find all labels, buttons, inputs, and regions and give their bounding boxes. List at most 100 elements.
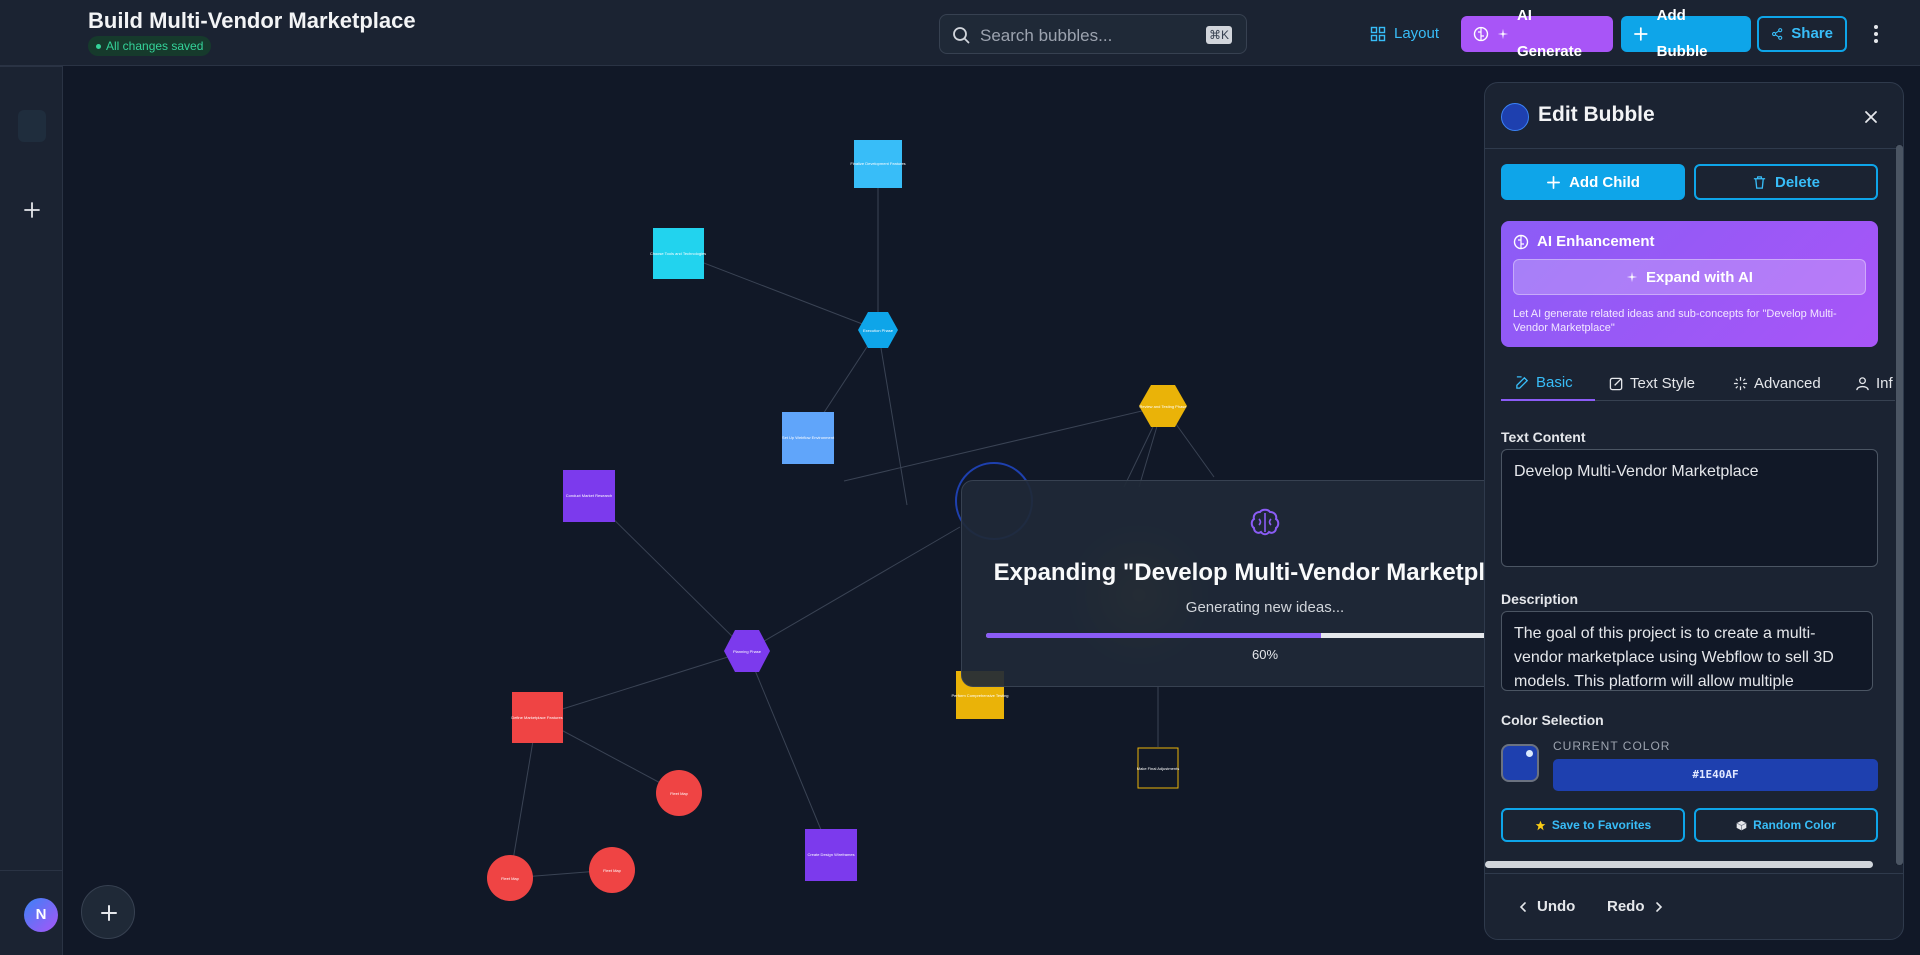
progress-bar — [986, 633, 1544, 638]
color-swatch[interactable] — [1501, 744, 1539, 782]
panel-title: Edit Bubble — [1538, 103, 1655, 126]
node-design-wireframes[interactable]: Create Design Wireframes — [805, 829, 857, 881]
trash-icon — [1753, 175, 1766, 189]
node-fleet-map[interactable]: Fleet Map — [487, 855, 533, 901]
current-color-label: CURRENT COLOR — [1553, 739, 1671, 753]
node-label: Make Final Adjustments — [1137, 766, 1179, 771]
node-finalize-development[interactable]: Finalize Development Features — [850, 140, 906, 188]
add-map-icon[interactable] — [22, 200, 42, 220]
current-color-value[interactable]: #1E40AF — [1553, 759, 1878, 791]
undo-label: Undo — [1537, 898, 1576, 915]
tab-basic[interactable]: Basic — [1501, 365, 1595, 401]
node-label: Choose Tools and Technologies — [650, 251, 706, 256]
horizontal-scrollbar[interactable] — [1485, 861, 1873, 868]
brain-icon — [1250, 508, 1280, 536]
node-final-adjustments[interactable]: Make Final Adjustments — [1137, 747, 1179, 789]
progress-bar-fill — [986, 633, 1321, 638]
panel-header: Edit Bubble — [1485, 83, 1903, 149]
node-label: Fleet Map — [501, 876, 520, 881]
node-label: Perform Comprehensive Testing — [951, 693, 1008, 698]
pencil-square-icon — [1609, 377, 1623, 390]
delete-button[interactable]: Delete — [1694, 164, 1878, 200]
page-title: Build Multi-Vendor Marketplace — [88, 8, 416, 33]
floating-add-button[interactable] — [81, 885, 135, 939]
edge — [746, 650, 832, 855]
node-label: Review and Testing Phase — [1139, 404, 1187, 409]
plus-icon — [1547, 175, 1561, 189]
sidebar-item-placeholder[interactable] — [18, 110, 46, 142]
node-fleet-map[interactable]: Fleet Map — [589, 847, 635, 893]
tab-text-style-label: Text Style — [1630, 374, 1696, 392]
close-icon[interactable] — [1863, 109, 1879, 125]
add-child-label: Add Child — [1569, 173, 1640, 191]
save-to-favorites-button[interactable]: Save to Favorites — [1501, 808, 1685, 842]
text-content-input[interactable]: Develop Multi-Vendor Marketplace — [1501, 449, 1878, 567]
share-label: Share — [1791, 25, 1833, 42]
panel-scrollbar[interactable] — [1896, 145, 1903, 865]
ai-enhancement-card: AI Enhancement Expand with AI Let AI gen… — [1501, 221, 1878, 347]
left-sidebar: N — [0, 0, 63, 955]
more-options-icon[interactable] — [1866, 22, 1886, 46]
sparkles-icon — [1733, 376, 1748, 390]
text-content-label: Text Content — [1501, 429, 1586, 445]
color-selection-label: Color Selection — [1501, 712, 1604, 728]
node-execution-phase[interactable]: Execution Phase — [858, 312, 898, 348]
share-button[interactable]: Share — [1757, 16, 1847, 52]
ai-generate-label: AI Generate — [1516, 7, 1582, 60]
description-input[interactable]: The goal of this project is to create a … — [1501, 611, 1873, 691]
expand-with-ai-button[interactable]: Expand with AI — [1513, 259, 1866, 295]
node-label: Set Up Webflow Environment — [782, 435, 835, 440]
node-market-research[interactable]: Conduct Market Research — [563, 470, 615, 522]
ai-generate-button[interactable]: AI Generate — [1461, 7, 1613, 60]
panel-footer: Undo Redo — [1485, 873, 1903, 939]
undo-button[interactable]: Undo — [1517, 898, 1575, 915]
node-label: Planning Phase — [733, 649, 762, 654]
scrollbar-thumb[interactable] — [1896, 145, 1903, 865]
search-placeholder: Search bubbles... — [980, 26, 1113, 45]
node-choose-tools[interactable]: Choose Tools and Technologies — [650, 228, 706, 279]
node-webflow-environment[interactable]: Set Up Webflow Environment — [782, 412, 835, 464]
node-fleet-map[interactable]: Fleet Map — [656, 770, 702, 816]
redo-label: Redo — [1607, 898, 1645, 915]
node-label: Finalize Development Features — [850, 161, 905, 166]
node-label: Fleet Map — [603, 868, 622, 873]
saved-status-badge: All changes saved — [88, 36, 212, 56]
bubble-color-dot — [1501, 103, 1529, 131]
tab-advanced[interactable]: Advanced — [1733, 365, 1821, 401]
node-label: Execution Phase — [863, 328, 894, 333]
ai-enhancement-title: AI Enhancement — [1537, 233, 1655, 250]
tab-info-label: Inf — [1876, 374, 1893, 392]
node-label: Fleet Map — [670, 791, 689, 796]
sidebar-divider — [0, 66, 63, 67]
tab-text-style[interactable]: Text Style — [1609, 365, 1695, 401]
brain-icon — [1473, 26, 1489, 42]
add-bubble-button[interactable]: Add Bubble — [1621, 7, 1751, 60]
search-shortcut: ⌘K — [1205, 26, 1232, 44]
user-avatar[interactable]: N — [24, 898, 58, 932]
layout-button[interactable]: Layout — [1358, 16, 1451, 52]
search-input[interactable]: Search bubbles... ⌘K — [939, 14, 1247, 54]
dice-icon — [1736, 820, 1747, 830]
node-label: Create Design Wireframes — [807, 852, 854, 857]
tab-info[interactable]: Inf — [1855, 365, 1893, 401]
layout-grid-icon — [1370, 26, 1386, 42]
ai-enhancement-description: Let AI generate related ideas and sub-co… — [1513, 308, 1837, 334]
top-header: Build Multi-Vendor Marketplace All chang… — [0, 0, 1920, 66]
node-review-testing[interactable]: Review and Testing Phase — [1139, 385, 1187, 427]
add-child-button[interactable]: Add Child — [1501, 164, 1685, 200]
modal-title: Expanding "Develop Multi-Vendor Marketpl… — [993, 559, 1537, 586]
edge — [746, 526, 961, 652]
redo-button[interactable]: Redo — [1607, 898, 1665, 915]
edge — [677, 252, 879, 331]
user-icon — [1856, 376, 1869, 390]
edge — [877, 329, 908, 506]
random-color-button[interactable]: Random Color — [1694, 808, 1878, 842]
edit-icon — [1516, 375, 1529, 389]
plus-icon — [1634, 27, 1648, 41]
chevron-right-icon — [1655, 901, 1662, 912]
plus-icon — [101, 905, 117, 921]
node-planning-phase[interactable]: Planning Phase — [724, 630, 770, 672]
layout-button-label: Layout — [1394, 25, 1440, 42]
sidebar-divider-bottom — [0, 870, 63, 871]
node-marketplace-features[interactable]: Define Marketplace Features — [511, 692, 563, 743]
